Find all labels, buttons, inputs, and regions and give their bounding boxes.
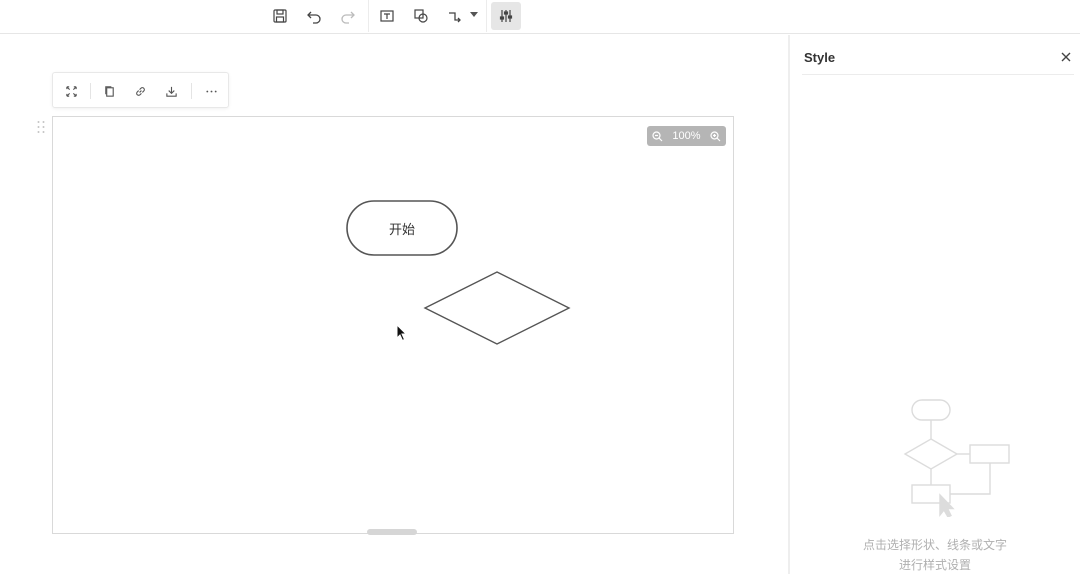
canvas-resize-handle[interactable] bbox=[367, 529, 417, 535]
panel-divider-line bbox=[802, 74, 1074, 75]
empty-hint-line2: 进行样式设置 bbox=[898, 558, 971, 572]
redo-icon[interactable] bbox=[334, 3, 362, 29]
download-icon[interactable] bbox=[161, 81, 181, 101]
zoom-in-icon[interactable] bbox=[710, 130, 721, 142]
mouse-cursor-icon bbox=[396, 324, 408, 342]
zoom-level: 100% bbox=[672, 130, 701, 142]
text-icon[interactable] bbox=[373, 3, 401, 29]
zoom-out-icon[interactable] bbox=[652, 130, 663, 142]
top-toolbar bbox=[0, 0, 1080, 34]
zoom-control: 100% bbox=[647, 126, 726, 146]
shape-icon[interactable] bbox=[407, 3, 435, 29]
style-settings-icon[interactable] bbox=[491, 2, 521, 30]
copy-icon[interactable] bbox=[99, 81, 119, 101]
save-icon[interactable] bbox=[266, 3, 294, 29]
empty-state-hint: 点击选择形状、线条或文字 进行样式设置 bbox=[790, 535, 1080, 575]
link-icon[interactable] bbox=[130, 81, 150, 101]
flowchart-placeholder-icon bbox=[903, 399, 1010, 517]
diagram-canvas[interactable]: 开始 100% bbox=[52, 116, 734, 535]
drag-handle-icon[interactable] bbox=[36, 120, 46, 134]
panel-title: Style bbox=[804, 50, 836, 65]
connector-dropdown-icon[interactable] bbox=[470, 12, 478, 17]
start-terminal-label: 开始 bbox=[388, 221, 415, 237]
decision-shape[interactable] bbox=[423, 271, 571, 345]
fullscreen-icon[interactable] bbox=[61, 81, 81, 101]
diagram-toolbar bbox=[52, 72, 229, 108]
more-icon[interactable] bbox=[201, 81, 221, 101]
style-panel: Style 点击选择形状、线条或文字 进行样式设置 bbox=[790, 35, 1080, 574]
undo-icon[interactable] bbox=[300, 3, 328, 29]
connector-icon[interactable] bbox=[441, 3, 469, 29]
close-icon[interactable] bbox=[1060, 51, 1072, 63]
editor-area: 开始 100% bbox=[0, 35, 788, 574]
empty-hint-line1: 点击选择形状、线条或文字 bbox=[862, 538, 1007, 552]
